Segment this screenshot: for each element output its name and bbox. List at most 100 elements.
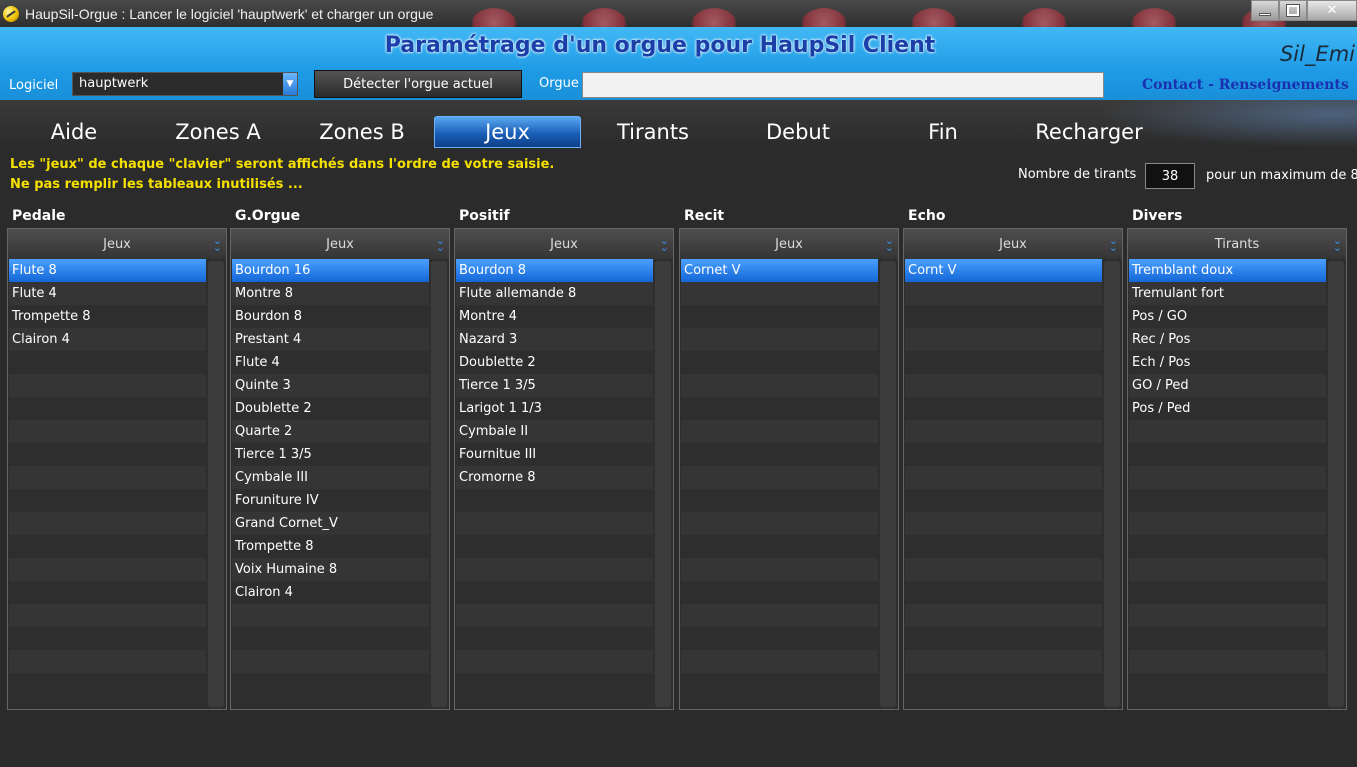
list-item-empty[interactable] [456, 673, 653, 696]
list-item-empty[interactable] [1129, 466, 1326, 489]
list-item-empty[interactable] [1129, 673, 1326, 696]
list-item-empty[interactable] [681, 305, 878, 328]
list-item-empty[interactable] [905, 374, 1102, 397]
list-item-empty[interactable] [681, 443, 878, 466]
list-item-empty[interactable] [681, 374, 878, 397]
list-header-echo[interactable]: Jeux ⌄ ⌄ [904, 229, 1122, 259]
list-item-empty[interactable] [905, 673, 1102, 696]
list-item[interactable]: Rec / Pos [1129, 328, 1326, 351]
list-item-empty[interactable] [232, 604, 429, 627]
list-item-empty[interactable] [9, 673, 206, 696]
list-item-empty[interactable] [905, 535, 1102, 558]
list-item-empty[interactable] [905, 328, 1102, 351]
list-item[interactable]: Tierce 1 3/5 [456, 374, 653, 397]
list-item[interactable]: Foruniture IV [232, 489, 429, 512]
list-item-empty[interactable] [9, 374, 206, 397]
list-item-empty[interactable] [681, 581, 878, 604]
list-item[interactable]: Bourdon 8 [232, 305, 429, 328]
list-item-empty[interactable] [905, 351, 1102, 374]
tirants-count-input[interactable]: 38 [1145, 163, 1195, 189]
list-item-empty[interactable] [9, 604, 206, 627]
list-item[interactable]: Fournitue III [456, 443, 653, 466]
tab-jeux[interactable]: Jeux [434, 116, 581, 148]
list-item-empty[interactable] [9, 535, 206, 558]
list-item[interactable]: Pos / GO [1129, 305, 1326, 328]
list-scrollbar[interactable] [880, 261, 896, 707]
list-item[interactable]: Voix Humaine 8 [232, 558, 429, 581]
list-scrollbar[interactable] [431, 261, 447, 707]
sort-icon[interactable]: ⌄ ⌄ [885, 235, 894, 253]
list-scrollbar[interactable] [1328, 261, 1344, 707]
sort-icon[interactable]: ⌄ ⌄ [1109, 235, 1118, 253]
sort-icon[interactable]: ⌄ ⌄ [436, 235, 445, 253]
list-item-empty[interactable] [681, 328, 878, 351]
list-item-empty[interactable] [232, 627, 429, 650]
maximize-button[interactable] [1279, 0, 1307, 21]
list-header-recit[interactable]: Jeux ⌄ ⌄ [680, 229, 898, 259]
list-header-divers[interactable]: Tirants ⌄ ⌄ [1128, 229, 1346, 259]
chevron-down-icon[interactable]: ▼ [283, 73, 297, 95]
sort-icon[interactable]: ⌄ ⌄ [213, 235, 222, 253]
list-item[interactable]: GO / Ped [1129, 374, 1326, 397]
list-item-empty[interactable] [681, 673, 878, 696]
list-item-empty[interactable] [905, 604, 1102, 627]
list-item[interactable]: Montre 8 [232, 282, 429, 305]
list-item[interactable]: Doublette 2 [232, 397, 429, 420]
list-item[interactable]: Flute 8 [9, 259, 206, 282]
list-item-empty[interactable] [456, 581, 653, 604]
list-item-empty[interactable] [9, 512, 206, 535]
sort-icon[interactable]: ⌄ ⌄ [660, 235, 669, 253]
tab-zones-a[interactable]: Zones A [166, 116, 270, 148]
list-item-empty[interactable] [1129, 512, 1326, 535]
tab-zones-b[interactable]: Zones B [310, 116, 414, 148]
list-item[interactable]: Trompette 8 [232, 535, 429, 558]
list-item[interactable]: Clairon 4 [9, 328, 206, 351]
list-item-empty[interactable] [681, 466, 878, 489]
list-item[interactable]: Tierce 1 3/5 [232, 443, 429, 466]
list-item[interactable]: Clairon 4 [232, 581, 429, 604]
list-item[interactable]: Tremblant doux [1129, 259, 1326, 282]
list-item-empty[interactable] [456, 627, 653, 650]
list-item[interactable]: Cornt V [905, 259, 1102, 282]
list-item-empty[interactable] [1129, 650, 1326, 673]
list-scrollbar[interactable] [1104, 261, 1120, 707]
detect-organ-button[interactable]: Détecter l'orgue actuel [314, 70, 522, 98]
list-item-empty[interactable] [1129, 627, 1326, 650]
list-item-empty[interactable] [232, 650, 429, 673]
list-item[interactable]: Cornet V [681, 259, 878, 282]
list-item-empty[interactable] [9, 489, 206, 512]
list-item-empty[interactable] [905, 558, 1102, 581]
logiciel-select[interactable]: hauptwerk ▼ [72, 72, 298, 96]
list-item-empty[interactable] [905, 650, 1102, 673]
list-item-empty[interactable] [905, 397, 1102, 420]
list-item-empty[interactable] [1129, 604, 1326, 627]
close-button[interactable]: ✕ [1307, 0, 1357, 21]
list-item[interactable]: Flute 4 [9, 282, 206, 305]
list-item[interactable]: Montre 4 [456, 305, 653, 328]
list-item-empty[interactable] [681, 420, 878, 443]
list-item[interactable]: Flute allemande 8 [456, 282, 653, 305]
list-item-empty[interactable] [1129, 558, 1326, 581]
list-item-empty[interactable] [456, 558, 653, 581]
list-item-empty[interactable] [681, 604, 878, 627]
list-item[interactable]: Tremulant fort [1129, 282, 1326, 305]
list-item-empty[interactable] [681, 558, 878, 581]
list-item-empty[interactable] [905, 466, 1102, 489]
list-item[interactable]: Bourdon 8 [456, 259, 653, 282]
list-item[interactable]: Quarte 2 [232, 420, 429, 443]
list-item[interactable]: Flute 4 [232, 351, 429, 374]
list-item-empty[interactable] [9, 397, 206, 420]
list-item[interactable]: Ech / Pos [1129, 351, 1326, 374]
sort-icon[interactable]: ⌄ ⌄ [1333, 235, 1342, 253]
list-item-empty[interactable] [1129, 443, 1326, 466]
list-item[interactable]: Nazard 3 [456, 328, 653, 351]
list-item-empty[interactable] [456, 512, 653, 535]
list-item-empty[interactable] [456, 489, 653, 512]
list-scrollbar[interactable] [655, 261, 671, 707]
list-item-empty[interactable] [681, 535, 878, 558]
list-item-empty[interactable] [905, 420, 1102, 443]
list-item-empty[interactable] [905, 627, 1102, 650]
list-scrollbar[interactable] [208, 261, 224, 707]
list-item-empty[interactable] [9, 650, 206, 673]
minimize-button[interactable] [1251, 0, 1279, 21]
